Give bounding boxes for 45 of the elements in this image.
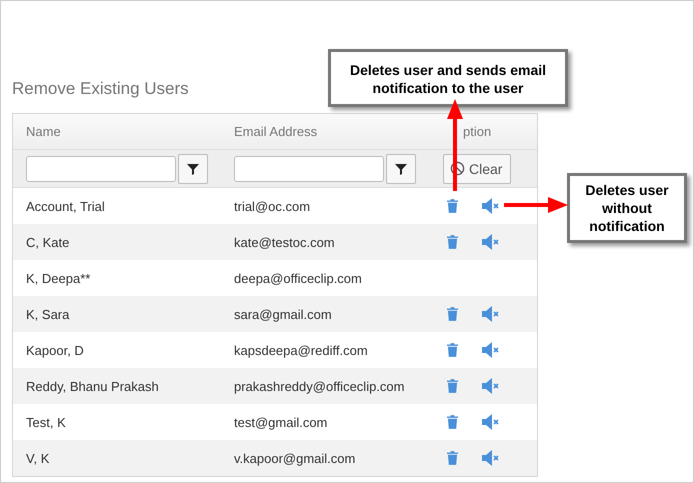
table-cell: K, Sara (26, 306, 70, 322)
table-cell: kapsdeepa@rediff.com (234, 342, 368, 358)
filter-field[interactable] (234, 156, 384, 182)
ban-icon (450, 161, 465, 176)
column-header[interactable]: ption (463, 124, 492, 139)
table-cell: prakashreddy@officeclip.com (234, 378, 404, 394)
table-cell: K, Deepa** (26, 270, 90, 286)
table-cell: test@gmail.com (234, 414, 328, 430)
table-cell: sara@gmail.com (234, 306, 332, 322)
table-cell: trial@oc.com (234, 198, 310, 214)
table-cell: Reddy, Bhanu Prakash (26, 378, 159, 394)
filter-button[interactable] (386, 154, 416, 184)
mute-icon[interactable] (482, 306, 500, 322)
table-cell: Kapoor, D (26, 342, 84, 358)
mute-icon[interactable] (482, 198, 500, 214)
filter-icon (187, 162, 199, 174)
table-cell: kate@testoc.com (234, 234, 335, 250)
column-header[interactable]: Name (26, 124, 61, 139)
arrow-drawing (504, 197, 568, 213)
trash-icon[interactable] (447, 343, 458, 357)
column-header[interactable]: Email Address (234, 124, 318, 139)
trash-icon[interactable] (447, 451, 458, 465)
trash-icon[interactable] (447, 307, 458, 321)
filter-icon (395, 162, 407, 174)
table-cell: deepa@officeclip.com (234, 270, 362, 286)
table-cell: V, K (26, 450, 50, 466)
filter-field[interactable] (26, 156, 176, 182)
trash-icon[interactable] (447, 235, 458, 249)
table-cell: v.kapoor@gmail.com (234, 450, 356, 466)
filter-button[interactable] (178, 154, 208, 184)
clear-button[interactable]: Clear (443, 154, 512, 184)
trash-icon[interactable] (447, 379, 458, 393)
table-cell: Account, Trial (26, 198, 105, 214)
mute-icon[interactable] (482, 234, 500, 250)
callout-box: Deletes user without notification (567, 173, 687, 243)
trash-icon[interactable] (447, 199, 458, 213)
table-cell: C, Kate (26, 234, 70, 250)
mute-icon[interactable] (482, 414, 500, 430)
callout-box: Deletes user and sends email notification to the user (328, 49, 568, 107)
mute-icon[interactable] (482, 342, 500, 358)
mute-icon[interactable] (482, 378, 500, 394)
table-cell: Test, K (26, 414, 66, 430)
section-title: Remove Existing Users (12, 79, 189, 100)
mute-icon[interactable] (482, 450, 500, 466)
trash-icon[interactable] (447, 415, 458, 429)
